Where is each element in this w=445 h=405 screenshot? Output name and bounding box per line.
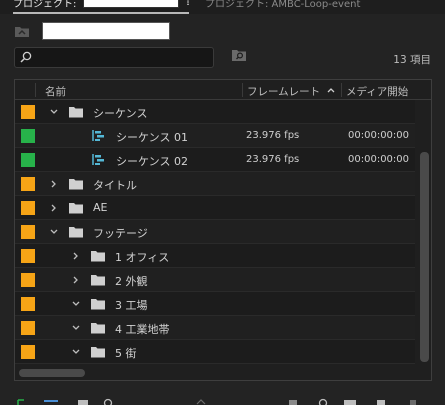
bin-row[interactable]: タイトル: [15, 172, 415, 196]
chevron-right-icon[interactable]: [71, 251, 81, 261]
item-name: 3 工場: [115, 299, 148, 312]
search-input[interactable]: [14, 47, 214, 68]
column-frame-rate[interactable]: フレームレート: [247, 84, 320, 99]
label-color-swatch[interactable]: [21, 345, 35, 359]
chevron-down-icon[interactable]: [49, 227, 59, 237]
label-color-swatch[interactable]: [21, 201, 35, 215]
folder-icon: [69, 203, 83, 214]
bin-row[interactable]: シーケンス: [15, 100, 415, 124]
chevron-right-icon[interactable]: [49, 179, 59, 189]
label-color-swatch[interactable]: [21, 297, 35, 311]
label-color-swatch[interactable]: [21, 225, 35, 239]
freeform-view-icon[interactable]: [103, 398, 113, 405]
item-name: シーケンス: [93, 107, 148, 120]
header-separator: [341, 83, 342, 97]
list-view-icon[interactable]: [44, 399, 58, 405]
item-name: 2 外観: [115, 275, 148, 288]
item-name: 1 オフィス: [115, 251, 170, 264]
tab-project-label: プロジェクト:: [13, 0, 77, 10]
chevron-down-icon[interactable]: [71, 299, 81, 309]
chevron-down-icon[interactable]: [71, 347, 81, 357]
frame-rate-value: 23.976 fps: [246, 130, 300, 141]
bottom-toolbar: [0, 395, 445, 405]
zoom-slider-icon[interactable]: [196, 398, 206, 405]
vertical-scrollbar[interactable]: [420, 152, 429, 362]
item-name: タイトル: [93, 179, 137, 192]
parent-folder-icon[interactable]: [14, 25, 30, 38]
search-icon: [20, 51, 32, 63]
column-header: 名前 フレームレート メディア開始: [15, 80, 431, 100]
header-separator: [242, 83, 243, 97]
folder-icon: [91, 323, 105, 334]
project-items-list: 名前 フレームレート メディア開始 シーケンスシーケンス 01 23.976 fp…: [14, 79, 432, 381]
project-name-field[interactable]: [83, 0, 179, 8]
icon-view-icon[interactable]: [78, 399, 88, 405]
bin-path-field[interactable]: [42, 22, 170, 40]
media-start-value: 00:00:00:00: [348, 154, 410, 165]
bin-row[interactable]: 1 オフィス: [15, 244, 415, 268]
item-name: フッテージ: [93, 227, 148, 240]
sequence-icon: [92, 154, 104, 165]
bin-row[interactable]: フッテージ: [15, 220, 415, 244]
folder-icon: [91, 299, 105, 310]
item-name: AE: [93, 201, 108, 214]
chevron-down-icon[interactable]: [71, 323, 81, 333]
media-start-value: 00:00:00:00: [348, 130, 410, 141]
automate-to-sequence-icon[interactable]: [288, 398, 298, 405]
new-bin-icon[interactable]: [344, 398, 356, 405]
item-count: 13 項目: [393, 54, 431, 66]
label-color-swatch[interactable]: [21, 129, 35, 143]
item-name: シーケンス 01: [116, 131, 188, 144]
find-in-bin-icon[interactable]: [231, 49, 247, 62]
bin-row[interactable]: 4 工業地帯: [15, 316, 415, 340]
column-name[interactable]: 名前: [45, 84, 66, 99]
bin-row[interactable]: AE: [15, 196, 415, 220]
label-color-swatch[interactable]: [21, 321, 35, 335]
sequence-row[interactable]: シーケンス 01 23.976 fps 00:00:00:00: [15, 124, 415, 148]
find-icon[interactable]: [318, 398, 328, 405]
trash-icon[interactable]: [408, 398, 418, 405]
label-color-swatch[interactable]: [21, 273, 35, 287]
new-item-icon[interactable]: [376, 398, 386, 405]
folder-icon: [69, 227, 83, 238]
label-color-swatch[interactable]: [21, 105, 35, 119]
folder-icon: [69, 107, 83, 118]
column-media-start[interactable]: メディア開始: [346, 84, 408, 99]
horizontal-scrollbar[interactable]: [19, 369, 85, 377]
header-separator: [35, 83, 36, 97]
label-color-swatch[interactable]: [21, 177, 35, 191]
folder-icon: [91, 347, 105, 358]
sequence-icon: [92, 130, 104, 141]
chevron-down-icon[interactable]: [49, 107, 59, 117]
bin-row[interactable]: 3 工場: [15, 292, 415, 316]
frame-rate-value: 23.976 fps: [246, 154, 300, 165]
rows-container: シーケンス シーケンス 01 23.976 fps 00:00:00:00 シーケンス …: [15, 100, 415, 364]
sequence-row[interactable]: シーケンス 02 23.976 fps 00:00:00:00: [15, 148, 415, 172]
label-color-swatch[interactable]: [21, 153, 35, 167]
sort-ascending-icon[interactable]: [326, 85, 336, 95]
bin-row[interactable]: 2 外観: [15, 268, 415, 292]
tab-project-active[interactable]: プロジェクト: ≡: [13, 0, 189, 14]
folder-icon: [69, 179, 83, 190]
chevron-right-icon[interactable]: [71, 275, 81, 285]
tab-project-ambc[interactable]: プロジェクト: AMBC-Loop-event: [205, 0, 405, 14]
panel-tab-bar: プロジェクト: ≡ プロジェクト: AMBC-Loop-event: [0, 0, 445, 14]
label-color-swatch[interactable]: [21, 249, 35, 263]
folder-icon: [91, 275, 105, 286]
item-name: 4 工業地帯: [115, 323, 170, 336]
item-name: シーケンス 02: [116, 155, 188, 168]
panel-menu-icon[interactable]: ≡: [186, 0, 189, 9]
item-name: 5 街: [115, 347, 137, 360]
bin-row[interactable]: 5 街: [15, 340, 415, 364]
folder-icon: [91, 251, 105, 262]
lock-icon[interactable]: [16, 399, 26, 405]
chevron-right-icon[interactable]: [49, 203, 59, 213]
